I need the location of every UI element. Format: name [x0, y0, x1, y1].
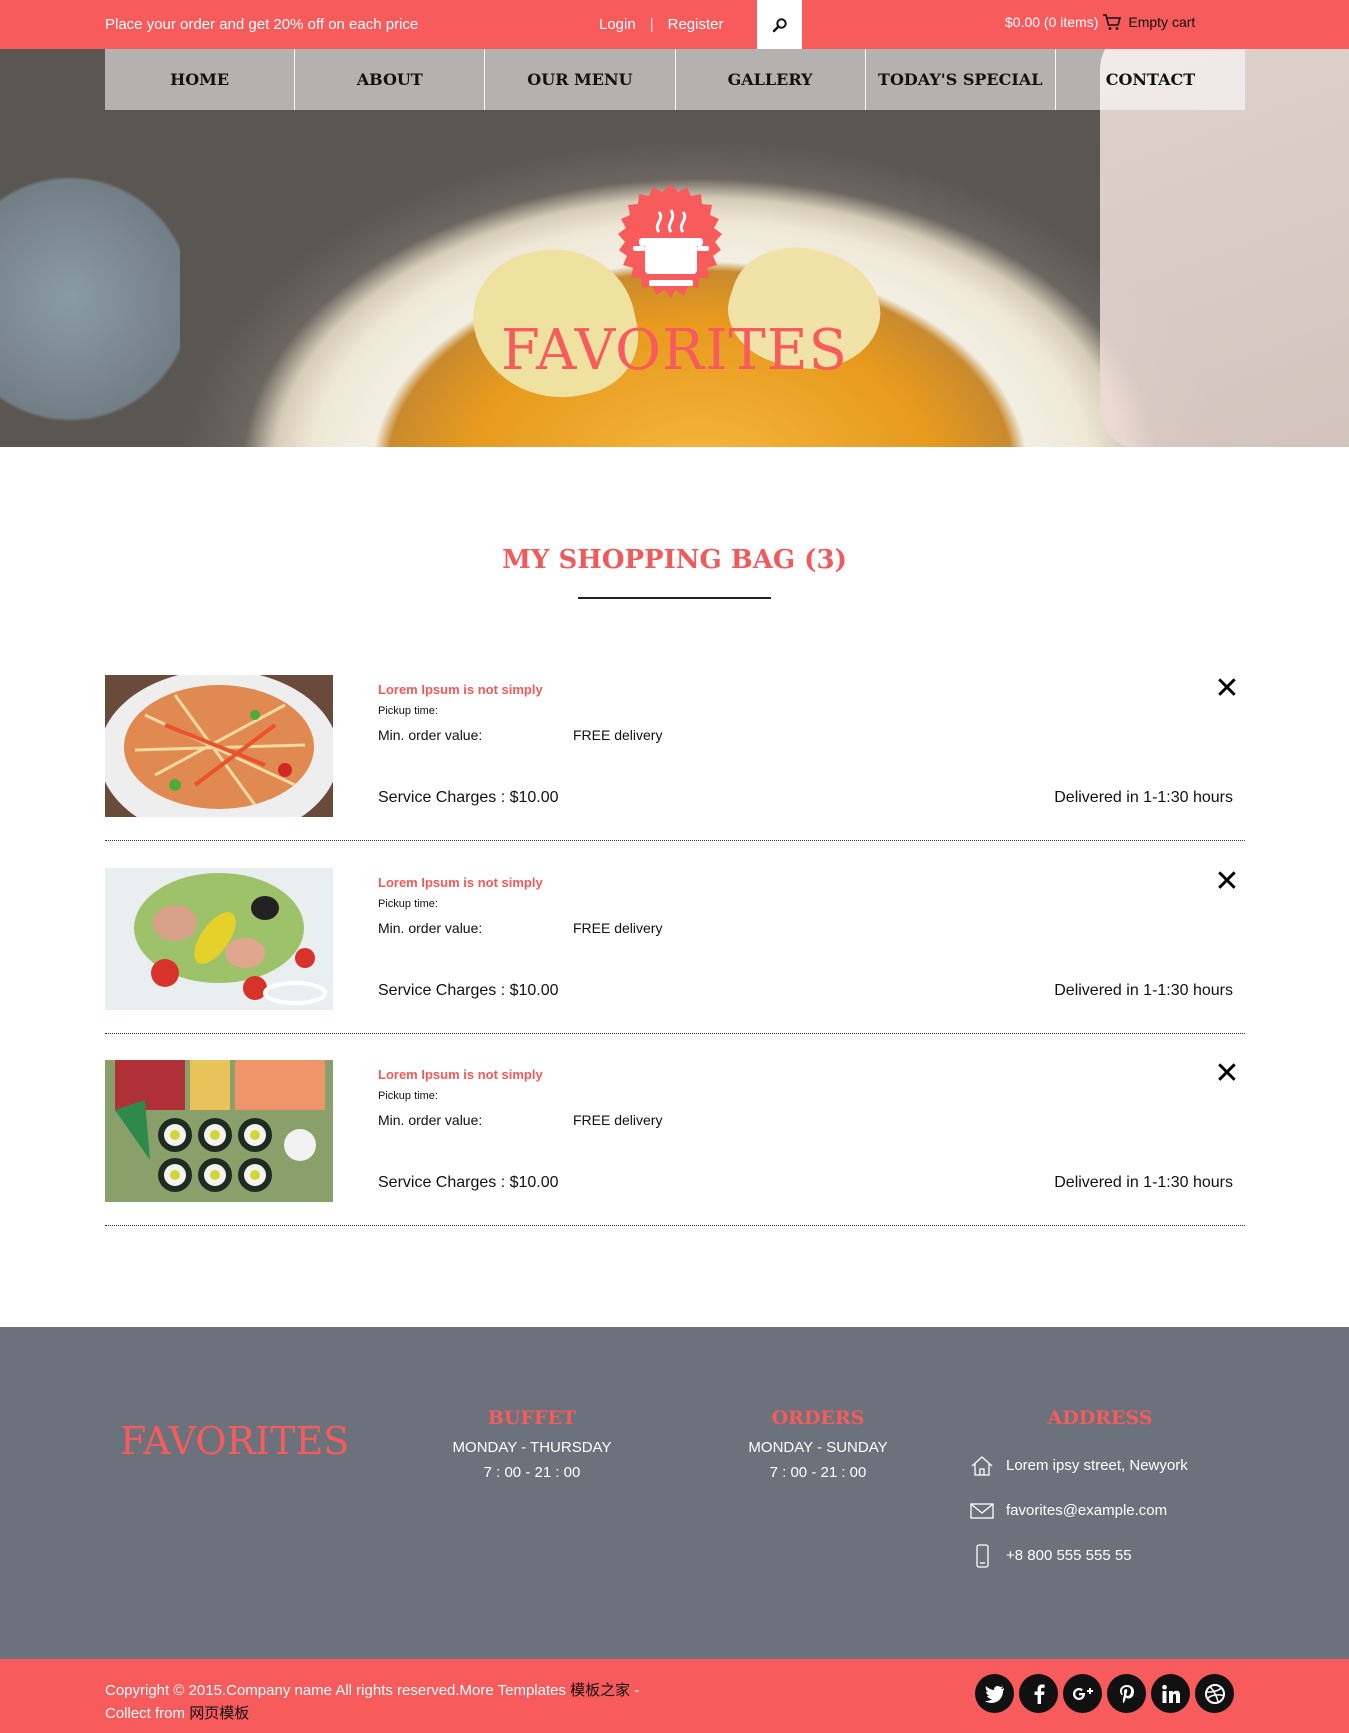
delivery-eta: Delivered in 1-1:30 hours	[1054, 1174, 1233, 1191]
remove-item-button[interactable]: ✕	[1213, 865, 1241, 898]
pickup-label: Pickup time:	[378, 898, 438, 910]
delivery-text: FREE delivery	[573, 920, 663, 936]
copyright: Copyright © 2015.Company name All rights…	[105, 1679, 665, 1725]
buffet-hours: BUFFET MONDAY - THURSDAY 7 : 00 - 21 : 0…	[407, 1407, 657, 1489]
delivery-text: FREE delivery	[573, 727, 663, 743]
buffet-time: 7 : 00 - 21 : 00	[483, 1464, 581, 1481]
orders-time: 7 : 00 - 21 : 00	[769, 1464, 867, 1481]
item-name[interactable]: Lorem Ipsum is not simply	[378, 1067, 543, 1082]
address-email[interactable]: favorites@example.com	[1006, 1502, 1167, 1519]
main-nav: HOME ABOUT OUR MENU GALLERY TODAY'S SPEC…	[105, 49, 1246, 110]
pickup-label: Pickup time:	[378, 1090, 438, 1102]
google-plus-icon[interactable]	[1063, 1674, 1102, 1713]
collect-link[interactable]: 网页模板	[189, 1705, 249, 1722]
close-icon: ✕	[1214, 1057, 1240, 1090]
empty-cart-link[interactable]: Empty cart	[1128, 14, 1195, 30]
cart-icon	[1103, 14, 1122, 30]
search-icon	[772, 17, 787, 32]
copyright-dash: -	[630, 1682, 640, 1699]
min-order-label: Min. order value:	[378, 920, 483, 936]
remove-item-button[interactable]: ✕	[1213, 672, 1241, 705]
food-image[interactable]	[105, 1060, 333, 1202]
orders-hours: ORDERS MONDAY - SUNDAY 7 : 00 - 21 : 00	[693, 1407, 943, 1489]
min-order-label: Min. order value:	[378, 1112, 483, 1128]
templates-link[interactable]: 模板之家	[570, 1682, 630, 1699]
dribbble-icon[interactable]	[1195, 1674, 1234, 1713]
hero-title: FAVORITES	[501, 318, 848, 383]
orders-days: MONDAY - SUNDAY	[748, 1439, 888, 1456]
social-links	[975, 1674, 1234, 1713]
pinterest-icon[interactable]	[1107, 1674, 1146, 1713]
phone-icon	[970, 1543, 1006, 1568]
food-image[interactable]	[105, 675, 333, 817]
delivery-text: FREE delivery	[573, 1112, 663, 1128]
nav-our-menu[interactable]: OUR MENU	[485, 49, 676, 110]
nav-home[interactable]: HOME	[105, 49, 296, 110]
top-bar: Place your order and get 20% off on each…	[0, 0, 1349, 49]
service-charges: Service Charges : $10.00	[378, 982, 559, 999]
cooking-pot-icon	[618, 184, 722, 298]
cart-item: Lorem Ipsum is not simply Pickup time: M…	[105, 865, 1245, 1038]
address-row: Lorem ipsy street, Newyork	[970, 1443, 1230, 1488]
bottom-bar: Copyright © 2015.Company name All rights…	[0, 1659, 1349, 1733]
close-icon: ✕	[1214, 865, 1240, 898]
service-charges: Service Charges : $10.00	[378, 1174, 559, 1191]
address-street: Lorem ipsy street, Newyork	[1006, 1457, 1188, 1474]
mail-icon	[970, 1502, 1006, 1520]
nav-todays-special[interactable]: TODAY'S SPECIAL	[865, 49, 1056, 110]
footer: FAVORITES BUFFET MONDAY - THURSDAY 7 : 0…	[0, 1327, 1349, 1659]
auth-separator: |	[649, 16, 654, 33]
twitter-icon[interactable]	[975, 1674, 1014, 1713]
item-divider	[105, 1033, 1245, 1034]
email-row: favorites@example.com	[970, 1488, 1230, 1533]
cart-item: Lorem Ipsum is not simply Pickup time: M…	[105, 672, 1245, 845]
item-name[interactable]: Lorem Ipsum is not simply	[378, 875, 543, 890]
phone-row: +8 800 555 555 55	[970, 1533, 1230, 1578]
food-image[interactable]	[105, 868, 333, 1010]
auth-links: Login | Register	[599, 16, 723, 33]
register-link[interactable]: Register	[668, 16, 724, 33]
pickup-label: Pickup time:	[378, 705, 438, 717]
remove-item-button[interactable]: ✕	[1213, 1057, 1241, 1090]
item-divider	[105, 840, 1245, 841]
item-name[interactable]: Lorem Ipsum is not simply	[378, 682, 543, 697]
delivery-eta: Delivered in 1-1:30 hours	[1054, 789, 1233, 806]
orders-title: ORDERS	[771, 1407, 865, 1429]
address-block: ADDRESS Lorem ipsy street, Newyork favor…	[970, 1407, 1230, 1578]
nav-about[interactable]: ABOUT	[295, 49, 486, 110]
facebook-icon[interactable]	[1019, 1674, 1058, 1713]
delivery-eta: Delivered in 1-1:30 hours	[1054, 982, 1233, 999]
shopping-bag-title: MY SHOPPING BAG (3)	[502, 545, 847, 575]
address-title: ADDRESS	[1047, 1407, 1153, 1429]
min-order-label: Min. order value:	[378, 727, 483, 743]
linkedin-icon[interactable]	[1151, 1674, 1190, 1713]
login-link[interactable]: Login	[599, 16, 636, 33]
copyright-text: Copyright © 2015.Company name All rights…	[105, 1682, 571, 1699]
title-underline	[578, 597, 771, 599]
service-charges: Service Charges : $10.00	[378, 789, 559, 806]
collect-text: Collect from	[105, 1705, 190, 1722]
promo-text: Place your order and get 20% off on each…	[105, 16, 419, 33]
item-divider	[105, 1225, 1245, 1226]
nav-gallery[interactable]: GALLERY	[675, 49, 866, 110]
cart-summary[interactable]: $0.00 (0 items) Empty cart	[1005, 13, 1195, 31]
buffet-days: MONDAY - THURSDAY	[452, 1439, 612, 1456]
footer-brand: FAVORITES	[120, 1419, 350, 1463]
cart-total: $0.00 (0 items)	[1005, 14, 1099, 30]
search-button[interactable]	[757, 0, 802, 49]
close-icon: ✕	[1214, 672, 1240, 705]
home-icon	[970, 1455, 1006, 1477]
nav-contact[interactable]: CONTACT	[1055, 49, 1246, 110]
hero-decor-shadow	[0, 169, 180, 429]
address-phone[interactable]: +8 800 555 555 55	[1006, 1547, 1132, 1564]
cart-item: Lorem Ipsum is not simply Pickup time: M…	[105, 1057, 1245, 1230]
buffet-title: BUFFET	[487, 1407, 577, 1429]
